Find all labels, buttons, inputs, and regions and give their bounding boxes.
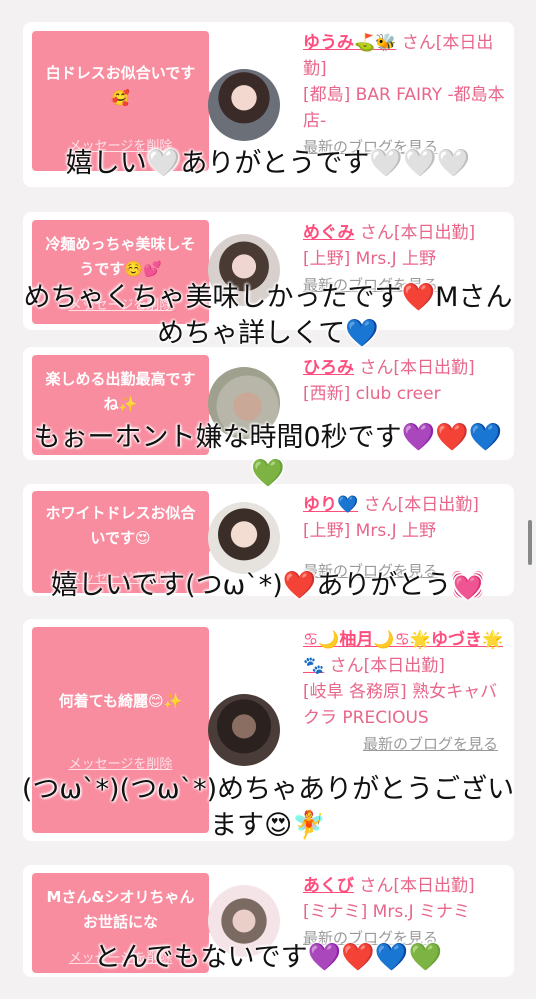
shop-name: [上野] Mrs.J 上野	[303, 521, 437, 541]
message-text: ホワイトドレスお似合いです😍	[45, 504, 196, 547]
cast-name-link[interactable]: ゆうみ⛳️🐝	[303, 33, 396, 53]
attendance-status: さん[本日出勤]	[324, 656, 445, 676]
shop-name: [岐阜 各務原] 熟女キャバクラ PRECIOUS	[303, 682, 498, 728]
cast-info: ひろみ さん[本日出勤] [西新] club creer	[303, 355, 508, 407]
shop-name: [上野] Mrs.J 上野	[303, 249, 437, 269]
attendance-status: さん[本日出勤]	[354, 876, 475, 896]
caption-overlay: 嬉しい🤍ありがとうです🤍🤍🤍	[65, 148, 471, 179]
attendance-status: さん[本日出勤]	[354, 223, 476, 243]
cast-name-link[interactable]: ひろみ	[303, 358, 354, 378]
attendance-status: さん[本日出勤]	[358, 495, 479, 515]
shop-name: [西新] club creer	[303, 384, 441, 404]
scrollbar[interactable]	[528, 520, 532, 565]
cast-name-link[interactable]: ゆり💙	[303, 495, 358, 515]
message-text: 白ドレスお似合いです🥰	[45, 64, 196, 107]
message-text: 何着ても綺麗😊✨	[58, 692, 183, 710]
shop-name: [都島] BAR FAIRY -都島本店-	[303, 85, 505, 131]
cast-info: ゆうみ⛳️🐝 さん[本日出勤] [都島] BAR FAIRY -都島本店- 最新…	[303, 30, 508, 160]
message-text: 楽しめる出勤最高ですね✨	[45, 370, 196, 413]
cast-info: ゆり💙 さん[本日出勤] [上野] Mrs.J 上野 最新のブログを見る	[303, 492, 508, 580]
caption-overlay: とんでもないです💜❤️💙💚	[93, 942, 443, 973]
avatar[interactable]	[208, 69, 280, 141]
cast-name-link[interactable]: めぐみ	[303, 223, 355, 243]
shop-name: [ミナミ] Mrs.J ミナミ	[303, 902, 471, 922]
attendance-status: さん[本日出勤]	[354, 358, 475, 378]
cast-name-link[interactable]: あくび	[303, 876, 354, 896]
blog-link[interactable]: 最新のブログを見る	[363, 735, 498, 753]
delete-message-link[interactable]: メッセージを削除	[32, 753, 209, 772]
caption-overlay: もぉーホント嫌な時間0秒です💜❤️💙💚	[33, 422, 503, 489]
avatar[interactable]	[208, 694, 280, 766]
avatar[interactable]	[208, 502, 280, 574]
message-text: Mさん&シオリちゃんお世話にな	[46, 888, 195, 931]
caption-overlay: 嬉しいです(つω`*)❤️ありがとう💓	[50, 570, 486, 601]
caption-overlay: (つω`*)(つω`*)めちゃありがとうございます😍🧚	[21, 774, 515, 841]
caption-overlay: めちゃくちゃ美味しかったです❤️Mさんめちゃ詳しくて💙	[23, 282, 513, 349]
message-text: 冷麺めっちゃ美味しそうです☺️💕	[45, 235, 196, 278]
cast-info: ♋︎🌙柚月🌙♋︎🌟ゆづき🌟🐾 さん[本日出勤] [岐阜 各務原] 熟女キャバクラ…	[303, 627, 508, 757]
